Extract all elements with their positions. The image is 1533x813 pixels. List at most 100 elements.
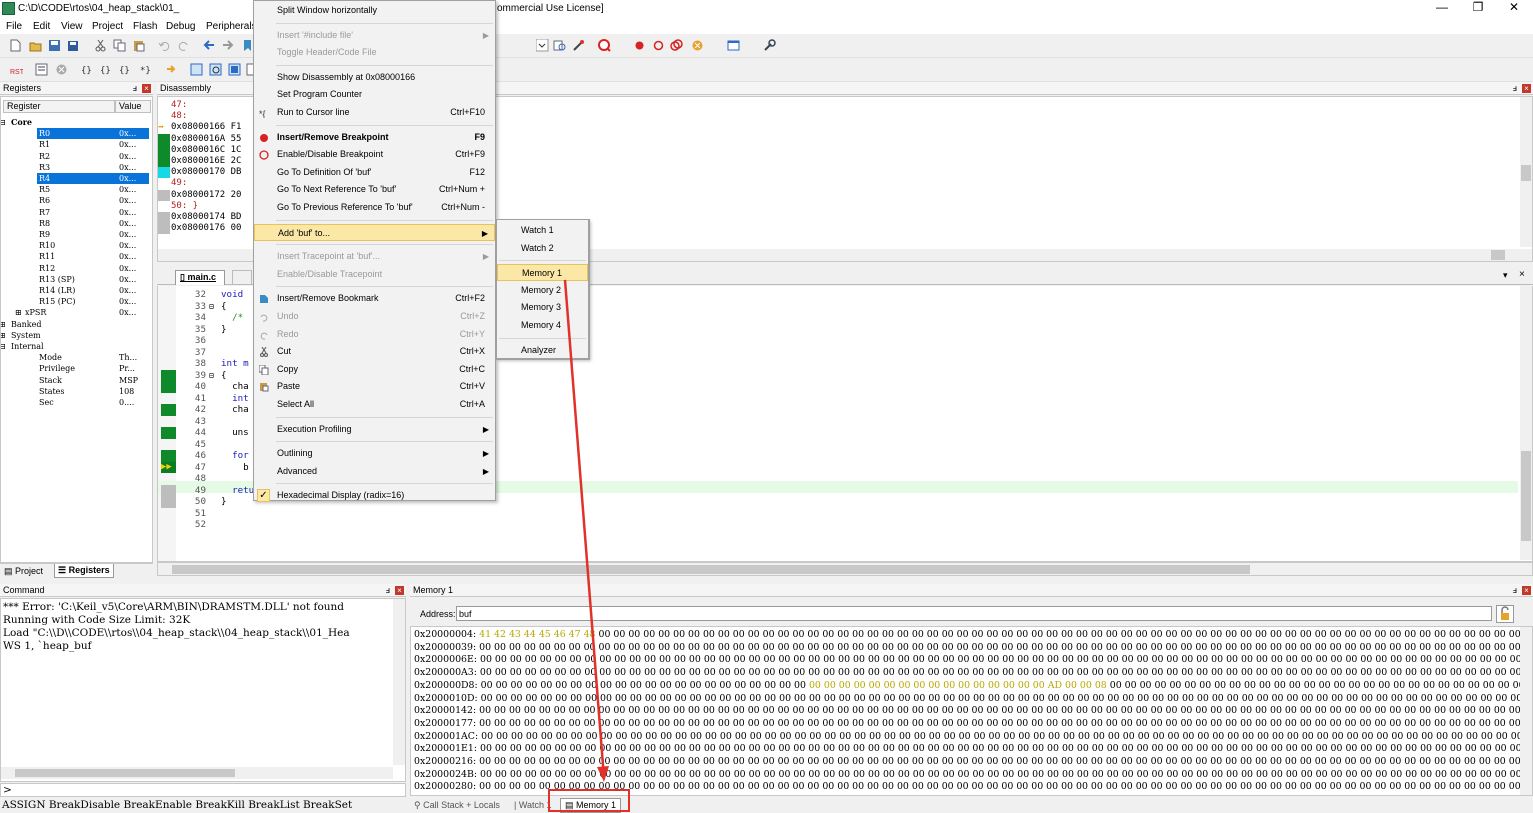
stop-icon[interactable] [55,63,68,76]
pin-icon[interactable]: ⅎ [133,82,137,95]
disassembly-vscroll-thumb[interactable] [1521,165,1531,181]
menu-item-select-all[interactable]: Select All Ctrl+A [254,396,495,413]
register-row[interactable]: R2 0x... [1,151,151,162]
menu-item-go-to-definition-of-buf[interactable]: Go To Definition Of 'buf' F12 [254,164,495,181]
register-row[interactable]: R4 0x... [1,173,151,184]
tab-watch-1[interactable]: | Watch 1 [514,799,552,813]
nav-back-icon[interactable] [203,39,216,52]
register-row[interactable]: R11 0x... [1,251,151,262]
menu-project[interactable]: Project [92,21,123,32]
memory-vscroll[interactable] [1520,627,1532,795]
editor-hscroll[interactable] [157,562,1533,576]
register-row[interactable]: R6 0x... [1,195,151,206]
memory-row[interactable]: 0x2000010D: 00 00 00 00 00 00 00 00 00 0… [414,693,1532,706]
configure-icon[interactable] [763,39,776,52]
value-column-header[interactable]: Value [115,100,151,113]
menu-edit[interactable]: Edit [33,21,50,32]
debug-session-icon[interactable] [598,39,611,52]
menu-item-outlining[interactable]: Outlining ▶ [254,445,495,462]
submenu-item-watch-1[interactable]: Watch 1 [497,222,588,239]
tree-toggle-icon[interactable]: ⊟ [1,341,6,352]
submenu-item-watch-2[interactable]: Watch 2 [497,240,588,257]
step-out-icon[interactable]: {} [119,63,132,76]
memory-close-button[interactable]: × [1522,586,1531,595]
menu-item-go-to-previous-reference-to-buf[interactable]: Go To Previous Reference To 'buf' Ctrl+Nu… [254,199,495,216]
tab-main-c[interactable]: ▯ main.c [175,270,225,285]
tab-project[interactable]: ▤ Project [4,565,43,579]
submenu-item-analyzer[interactable]: Analyzer [497,342,588,359]
disassembly-close-button[interactable]: × [1522,84,1531,93]
register-row[interactable]: R1 0x... [1,139,151,150]
close-window-button[interactable]: ✕ [1496,0,1532,16]
symbols-window-icon[interactable] [228,63,241,76]
insert-breakpoint-icon[interactable] [633,39,646,52]
menu-item-enable-disable-tracepoint[interactable]: Enable/Disable Tracepoint [254,266,495,283]
menu-item-undo[interactable]: Undo Ctrl+Z [254,308,495,325]
tab-second-file[interactable] [232,270,252,285]
menu-item-enable-disable-breakpoint[interactable]: Enable/Disable Breakpoint Ctrl+F9 [254,146,495,163]
menu-file[interactable]: File [6,21,22,32]
dropdown-arrow-icon[interactable] [536,39,549,52]
memory-row[interactable]: 0x2000006E: 00 00 00 00 00 00 00 00 00 0… [414,654,1532,667]
memory-row[interactable]: 0x200000D8: 00 00 00 00 00 00 00 00 00 0… [414,680,1532,693]
menu-item-insert-include-file[interactable]: Insert '#include file' ▶ [254,27,495,44]
tree-toggle-icon[interactable]: ⊞ [15,307,22,318]
find-in-files-icon[interactable] [553,39,566,52]
register-row[interactable]: Mode Th... [1,352,151,363]
register-row[interactable]: States 108 [1,386,151,397]
run-to-cursor-toolbar-icon[interactable]: *} [140,63,153,76]
open-folder-icon[interactable] [29,39,42,52]
memory-row[interactable]: 0x20000004: 41 42 43 44 45 46 47 48 00 0… [414,629,1532,642]
menu-item-toggle-header-code-file[interactable]: Toggle Header/Code File [254,44,495,61]
register-row[interactable]: R7 0x... [1,207,151,218]
menu-item-set-program-counter[interactable]: Set Program Counter [254,86,495,103]
menu-item-copy[interactable]: Copy Ctrl+C [254,361,495,378]
submenu-item-memory-2[interactable]: Memory 2 [497,282,588,299]
tree-toggle-icon[interactable]: ⊟ [1,117,6,128]
menu-peripherals[interactable]: Peripherals [206,21,257,32]
command-close-button[interactable]: × [395,586,404,595]
register-row[interactable]: Sec 0.... [1,397,151,408]
memory-row[interactable]: 0x20000216: 00 00 00 00 00 00 00 00 00 0… [414,756,1532,769]
menu-item-add-buf-to[interactable]: Add 'buf' to... ▶ [254,223,495,241]
menu-item-redo[interactable]: Redo Ctrl+Y [254,326,495,343]
menu-item-insert-tracepoint-at-buf[interactable]: Insert Tracepoint at 'buf'... ▶ [254,248,495,265]
fold-toggle-icon[interactable]: ⊟ [209,370,214,381]
command-hscroll[interactable] [1,767,393,779]
step-into-icon[interactable]: {} [81,63,94,76]
register-row[interactable]: R0 0x... [1,128,151,140]
register-row[interactable]: R8 0x... [1,218,151,229]
memory-row[interactable]: 0x2000024B: 00 00 00 00 00 00 00 00 00 0… [414,769,1532,782]
disable-all-breakpoints-icon[interactable] [670,39,683,52]
register-row[interactable]: ⊞ Banked [1,319,151,330]
tree-toggle-icon[interactable]: ⊞ [1,330,6,341]
memory-row[interactable]: 0x20000039: 00 00 00 00 00 00 00 00 00 0… [414,642,1532,655]
code-line[interactable]: 51 [158,508,1518,520]
menu-item-insert-remove-breakpoint[interactable]: Insert/Remove Breakpoint F9 [254,129,495,146]
window-layout-icon[interactable] [727,39,740,52]
register-row[interactable]: R10 0x... [1,240,151,251]
disassembly-pin-icon[interactable]: ⅎ [1513,82,1517,95]
undo-toolbar-icon[interactable] [158,39,171,52]
editor-hscroll-thumb[interactable] [172,565,1250,574]
editor-vscroll[interactable] [1520,286,1532,560]
menu-item-hexadecimal-display-radix-16[interactable]: ✓ Hexadecimal Display (radix=16) [254,487,495,504]
reset-icon[interactable]: RST [10,63,23,76]
menu-item-cut[interactable]: Cut Ctrl+X [254,343,495,360]
kill-all-breakpoints-icon[interactable] [691,39,704,52]
register-row[interactable]: ⊞ System [1,330,151,341]
register-row[interactable]: Privilege Pr... [1,363,151,374]
incremental-find-icon[interactable] [572,39,585,52]
register-row[interactable]: R13 (SP) 0x... [1,274,151,285]
address-input[interactable]: buf [456,606,1492,621]
menu-item-insert-remove-bookmark[interactable]: Insert/Remove Bookmark Ctrl+F2 [254,290,495,307]
show-next-statement-icon[interactable] [165,63,178,76]
disassembly-vscroll[interactable] [1520,97,1532,247]
registers-close-button[interactable]: × [142,84,151,93]
command-vscroll[interactable] [393,599,405,765]
menu-debug[interactable]: Debug [166,21,195,32]
register-row[interactable]: R14 (LR) 0x... [1,285,151,296]
disassembly-window-icon[interactable] [209,63,222,76]
code-line[interactable]: 52 [158,519,1518,531]
command-input[interactable]: > [0,783,406,797]
